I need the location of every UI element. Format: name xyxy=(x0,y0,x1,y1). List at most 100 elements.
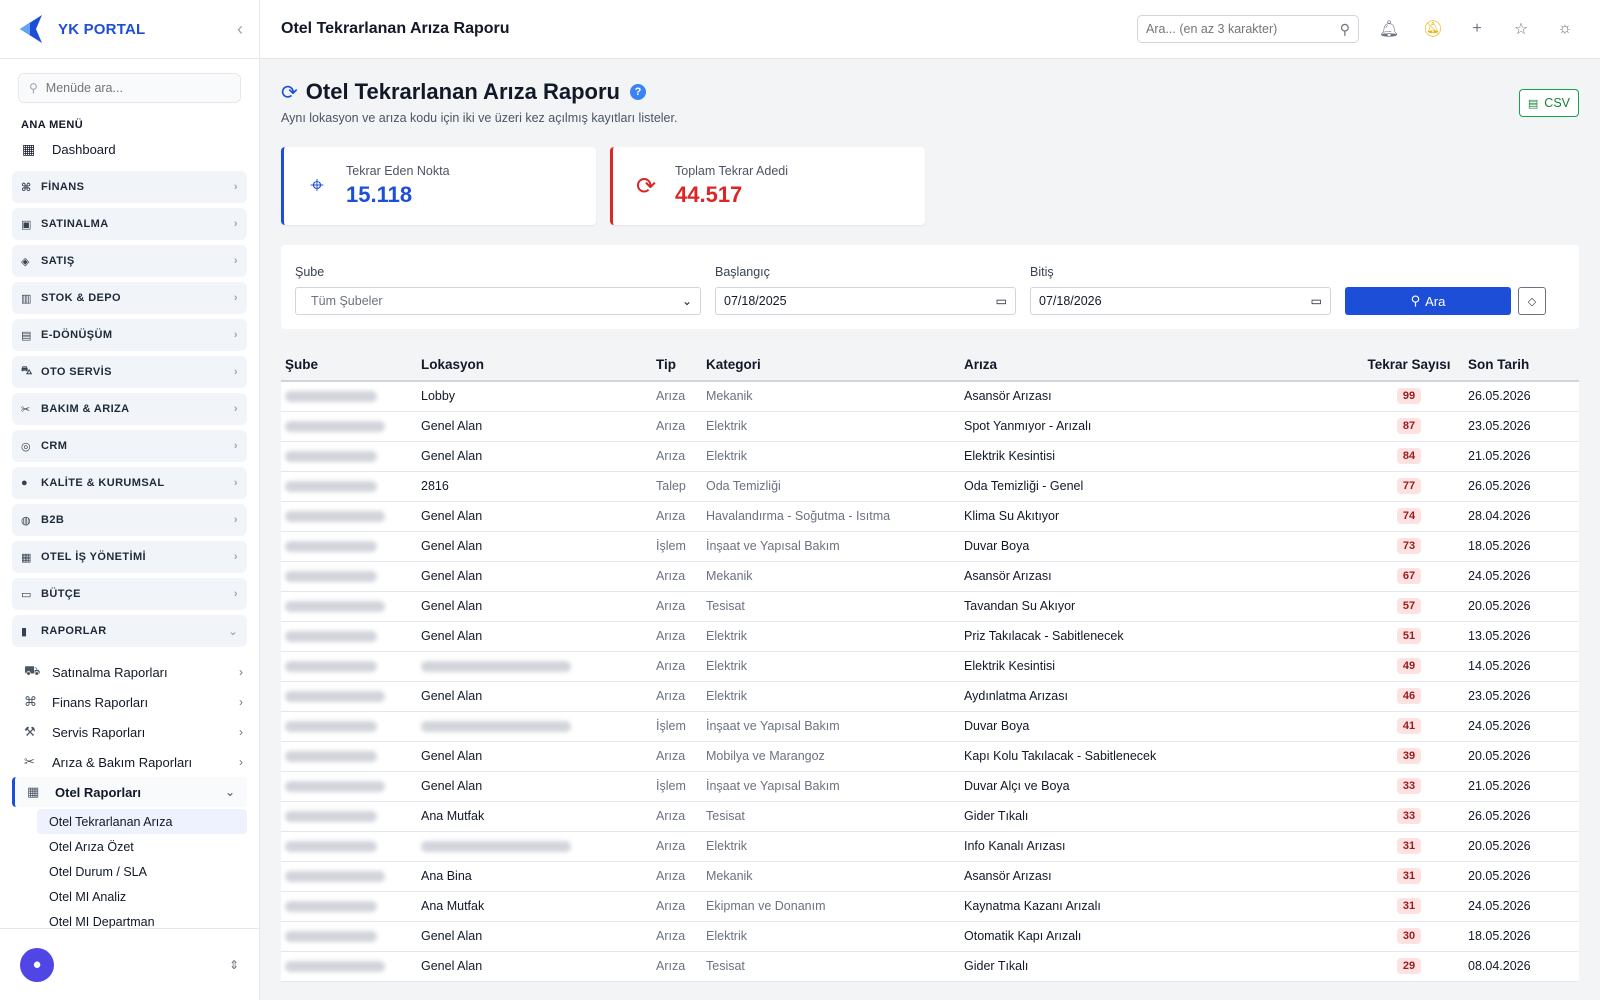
table-row[interactable]: Genel Alan Arıza Mobilya ve Marangoz Kapı K… xyxy=(281,741,1579,772)
count-badge: 30 xyxy=(1397,928,1421,944)
menu-search[interactable]: ⚲ xyxy=(18,73,241,103)
sidebar-leaf-item[interactable]: Otel Durum / SLA xyxy=(37,859,259,884)
star-icon[interactable]: ☆ xyxy=(1507,19,1535,39)
main-area: Otel Tekrarlanan Arıza Raporu ⚲ 🔔︎ 🔕︎ + … xyxy=(260,0,1600,1000)
table-row[interactable]: Genel Alan Arıza Havalandırma - Soğutma - … xyxy=(281,501,1579,532)
table-row[interactable]: Ana Mutfak Arıza Tesisat Gider Tıkalı 33 26.0… xyxy=(281,801,1579,832)
table-row[interactable]: Genel Alan Arıza Elektrik Elektrik Kesintis… xyxy=(281,441,1579,472)
sidebar-section[interactable]: ● KALİTE & KURUMSAL › xyxy=(12,467,247,499)
expand-collapse-icon[interactable]: ⇕ xyxy=(229,958,239,972)
column-header[interactable]: Tip xyxy=(652,349,702,382)
collapse-sidebar-icon[interactable]: ‹ xyxy=(237,19,243,40)
calendar-icon[interactable]: ▭ xyxy=(996,294,1007,308)
table-row[interactable]: Lobby Arıza Mekanik Asansör Arızası 99 26.05.… xyxy=(281,381,1579,412)
column-header[interactable]: Tekrar Sayısı xyxy=(1354,349,1464,382)
sidebar-section[interactable]: ◈ SATIŞ › xyxy=(12,245,247,277)
category-cell: Mekanik xyxy=(702,861,960,892)
category-cell: Elektrik xyxy=(702,441,960,472)
category-cell: Elektrik xyxy=(702,651,960,682)
calendar-icon[interactable]: ▭ xyxy=(1311,294,1322,308)
chevron-right-icon: › xyxy=(239,695,243,709)
sun-icon[interactable]: ☼ xyxy=(1551,20,1579,38)
shield-icon: ● xyxy=(21,477,29,489)
sidebar-section[interactable]: ▣ SATINALMA › xyxy=(12,208,247,240)
table-row[interactable]: Genel Alan İşlem İnşaat ve Yapısal Bakım Du… xyxy=(281,771,1579,802)
sidebar-section[interactable]: ▥ STOK & DEPO › xyxy=(12,282,247,314)
sidebar-subitem[interactable]: ▦ Otel Raporları ⌄ xyxy=(12,777,247,807)
table-row[interactable]: İşlem İnşaat ve Yapısal Bakım Duvar Boya 41… xyxy=(281,711,1579,742)
type-cell: Arıza xyxy=(652,921,702,952)
chevron-right-icon: › xyxy=(239,725,243,739)
sidebar-leaf-item[interactable]: Otel MI Analiz xyxy=(37,884,259,909)
sidebar-item-dashboard[interactable]: ▦ Dashboard xyxy=(0,133,259,166)
sidebar-section[interactable]: ▮ RAPORLAR ⌄ xyxy=(12,615,247,647)
avatar[interactable]: ● xyxy=(20,947,54,982)
table-row[interactable]: Arıza Elektrik Info Kanalı Arızası 31 20.05.… xyxy=(281,831,1579,862)
type-cell: Arıza xyxy=(652,591,702,622)
bell-off-icon[interactable]: 🔕︎ xyxy=(1419,19,1447,39)
column-header[interactable]: Şube xyxy=(281,349,417,382)
table-row[interactable]: Genel Alan Arıza Tesisat Tavandan Su Akıyor… xyxy=(281,591,1579,622)
sidebar-section-label: SATINALMA xyxy=(41,218,109,230)
help-icon[interactable]: ? xyxy=(629,84,646,100)
branch-cell-redacted xyxy=(281,651,417,682)
headset-icon: ◎ xyxy=(21,440,31,453)
sidebar-section[interactable]: ▤ E-DÖNÜŞÜM › xyxy=(12,319,247,351)
type-cell: İşlem xyxy=(652,771,702,802)
table-row[interactable]: Genel Alan Arıza Elektrik Otomatik Kapı Arı… xyxy=(281,921,1579,952)
table-row[interactable]: Arıza Elektrik Elektrik Kesintisi 49 14.05.2… xyxy=(281,651,1579,682)
table-row[interactable]: Genel Alan Arıza Elektrik Spot Yanmıyor - A… xyxy=(281,411,1579,442)
bell-icon[interactable]: 🔔︎ xyxy=(1375,19,1403,39)
fault-cell: Kapı Kolu Takılacak - Sabitlenecek xyxy=(960,741,1354,772)
table-row[interactable]: Genel Alan Arıza Elektrik Priz Takılacak - … xyxy=(281,621,1579,652)
sidebar-subitem[interactable]: ⚒ Servis Raporları › xyxy=(0,717,259,747)
sidebar-subitem[interactable]: ⌘ Finans Raporları › xyxy=(0,687,259,717)
start-date-input[interactable]: 07/18/2025 ▭ xyxy=(715,287,1016,315)
clear-filters-button[interactable]: ◇ xyxy=(1518,287,1546,315)
file-icon: ▤ xyxy=(1527,97,1539,110)
global-search-input[interactable] xyxy=(1146,22,1340,36)
search-button[interactable]: ⚲ Ara xyxy=(1345,287,1511,315)
chevron-down-icon: ⌄ xyxy=(228,625,238,638)
redacted-text xyxy=(285,451,377,463)
branch-cell-redacted xyxy=(281,711,417,742)
redacted-text xyxy=(285,421,385,433)
end-date-input[interactable]: 07/18/2026 ▭ xyxy=(1030,287,1331,315)
global-search[interactable]: ⚲ xyxy=(1137,15,1359,43)
sidebar-section-label: OTEL İŞ YÖNETİMİ xyxy=(41,551,147,563)
table-row[interactable]: Genel Alan Arıza Tesisat Gider Tıkalı 29 08.0… xyxy=(281,951,1579,982)
table-row[interactable]: Ana Bina Arıza Mekanik Asansör Arızası 31 20.… xyxy=(281,861,1579,892)
search-icon[interactable]: ⚲ xyxy=(1340,21,1350,38)
tools-icon: ✂ xyxy=(21,403,31,416)
sidebar-section[interactable]: ▦ OTEL İŞ YÖNETİMİ › xyxy=(12,541,247,573)
sidebar-section[interactable]: ✂ BAKIM & ARIZA › xyxy=(12,393,247,425)
table-row[interactable]: Genel Alan İşlem İnşaat ve Yapısal Bakım Du… xyxy=(281,531,1579,562)
table-row[interactable]: Genel Alan Arıza Mekanik Asansör Arızası 67 2… xyxy=(281,561,1579,592)
type-cell: Arıza xyxy=(652,651,702,682)
column-header[interactable]: Kategori xyxy=(702,349,960,382)
location-cell: Genel Alan xyxy=(417,441,652,472)
sidebar-section[interactable]: ◍ B2B › xyxy=(12,504,247,536)
sidebar-section[interactable]: ⌘ FİNANS › xyxy=(12,171,247,203)
column-header[interactable]: Lokasyon xyxy=(417,349,652,382)
location-cell: Genel Alan xyxy=(417,951,652,982)
branch-cell-redacted xyxy=(281,591,417,622)
sidebar-leaf-item[interactable]: Otel Arıza Özet xyxy=(37,834,259,859)
sidebar-subitem[interactable]: ✂ Arıza & Bakım Raporları › xyxy=(0,747,259,777)
column-header[interactable]: Arıza xyxy=(960,349,1354,382)
redacted-text xyxy=(285,961,385,973)
sidebar-section[interactable]: ▭ BÜTÇE › xyxy=(12,578,247,610)
redacted-text xyxy=(285,871,385,883)
csv-export-button[interactable]: ▤ CSV xyxy=(1518,89,1579,117)
plus-icon[interactable]: + xyxy=(1463,20,1491,38)
sidebar-leaf-item[interactable]: Otel Tekrarlanan Arıza xyxy=(37,809,247,834)
branch-select[interactable]: Tüm Şubeler ⌄ xyxy=(295,287,701,315)
table-row[interactable]: Genel Alan Arıza Elektrik Aydınlatma Arızas… xyxy=(281,681,1579,712)
menu-search-input[interactable] xyxy=(45,81,230,95)
sidebar-section[interactable]: ◎ CRM › xyxy=(12,430,247,462)
column-header[interactable]: Son Tarih xyxy=(1464,349,1579,382)
sidebar-section[interactable]: ⛍ OTO SERVİS › xyxy=(12,356,247,388)
table-row[interactable]: 2816 Talep Oda Temizliği Oda Temizliği - Ge… xyxy=(281,471,1579,502)
table-row[interactable]: Ana Mutfak Arıza Ekipman ve Donanım Kaynatm… xyxy=(281,891,1579,922)
sidebar-subitem[interactable]: ⛟ Satınalma Raporları › xyxy=(0,657,259,687)
